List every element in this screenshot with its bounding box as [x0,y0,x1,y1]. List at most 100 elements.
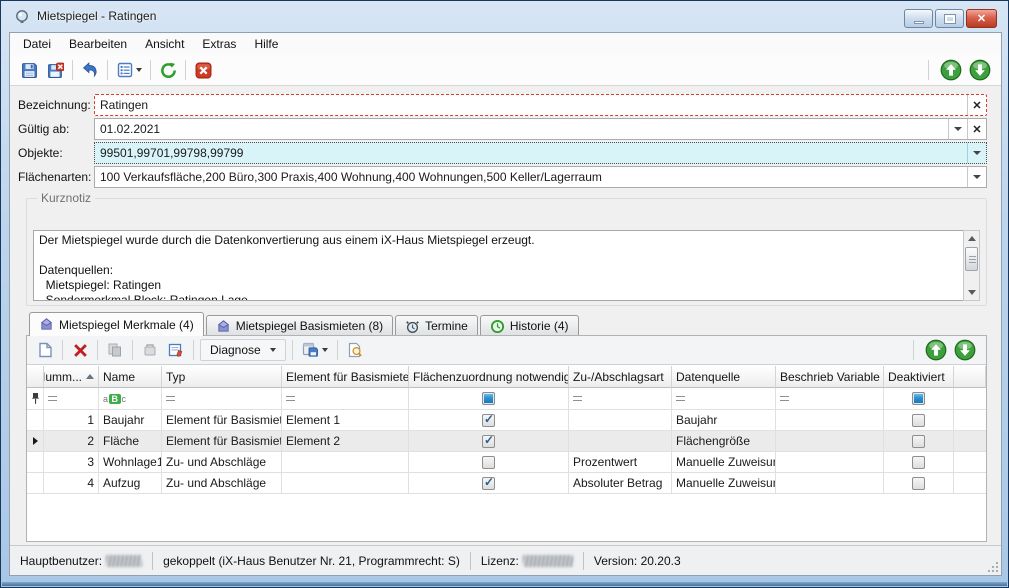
menu-datei[interactable]: Datei [14,34,60,54]
detach-button[interactable] [137,338,163,362]
tab-historie[interactable]: Historie (4) [480,315,579,336]
cancel-button[interactable] [190,58,216,82]
copy-button[interactable] [102,338,128,362]
cell-beschrieb[interactable] [776,410,884,431]
cell-zuabschlagsart[interactable] [569,431,672,452]
preview-button[interactable] [342,338,368,362]
col-header-nummer[interactable]: Numm... [44,366,99,388]
cell-datenquelle[interactable]: Baujahr [672,410,776,431]
cell-name[interactable]: Fläche [99,431,162,452]
cell-zuabschlagsart[interactable] [569,410,672,431]
tab-termine[interactable]: Termine [395,315,478,336]
maximize-button[interactable] [935,9,964,28]
col-header-flaechenzuordnung[interactable]: Flächenzuordnung notwendig [409,366,569,388]
cell-zuabschlagsart[interactable]: Prozentwert [569,452,672,473]
menu-ansicht[interactable]: Ansicht [136,34,193,54]
objekte-dropdown-button[interactable] [967,143,986,163]
cell-flaechenzuordnung[interactable] [409,410,569,431]
resize-grip[interactable] [986,560,998,572]
cell-element[interactable]: Element 1 [282,410,409,431]
scroll-down-button[interactable] [964,285,979,300]
col-header-zuabschlagsart[interactable]: Zu-/Abschlagsart [569,366,672,388]
scroll-up-button[interactable] [964,231,979,246]
col-header-datenquelle[interactable]: Datenquelle [672,366,776,388]
record-down-button[interactable] [969,59,991,81]
table-row[interactable]: 3 Wohnlage1 Zu- und Abschläge Prozentwer… [27,452,986,473]
filter-name[interactable]: aBc [99,388,162,410]
cell-deaktiviert[interactable] [884,431,954,452]
save-button[interactable] [16,58,42,82]
row-selector[interactable] [27,473,44,494]
cell-deaktiviert[interactable] [884,473,954,494]
date-dropdown-button[interactable] [948,119,967,139]
objekte-field[interactable]: 99501,99701,99798,99799 [94,142,987,164]
col-header-beschrieb[interactable]: Beschrieb Variable [776,366,884,388]
record-up-button[interactable] [940,59,962,81]
filter-beschrieb[interactable] [776,388,884,410]
filter-deaktiviert[interactable] [884,388,954,410]
cell-name[interactable]: Wohnlage1 [99,452,162,473]
cell-element[interactable] [282,473,409,494]
list-dropdown-button[interactable] [112,58,146,82]
new-row-button[interactable] [32,338,58,362]
filter-flaechenzuordnung[interactable] [409,388,569,410]
flaechenarten-value[interactable]: 100 Verkaufsfläche,200 Büro,300 Praxis,4… [95,170,967,184]
cell-datenquelle[interactable]: Manuelle Zuweisung [672,473,776,494]
cell-nummer[interactable]: 1 [44,410,99,431]
scrollbar-thumb[interactable] [965,247,978,271]
checkbox[interactable] [482,456,495,469]
row-selector[interactable] [27,410,44,431]
filter-element[interactable] [282,388,409,410]
checkbox[interactable] [482,477,495,490]
objekte-value[interactable]: 99501,99701,99798,99799 [95,146,967,160]
flaechenarten-field[interactable]: 100 Verkaufsfläche,200 Büro,300 Praxis,4… [94,166,987,188]
menu-extras[interactable]: Extras [193,34,245,54]
checkbox[interactable] [482,414,495,427]
title-bar[interactable]: Mietspiegel - Ratingen ✕ [1,1,1008,32]
cell-deaktiviert[interactable] [884,452,954,473]
cell-name[interactable]: Baujahr [99,410,162,431]
filter-datenquelle[interactable] [672,388,776,410]
cell-beschrieb[interactable] [776,452,884,473]
delete-row-button[interactable] [67,338,93,362]
table-row[interactable]: 4 Aufzug Zu- und Abschläge Absoluter Bet… [27,473,986,494]
cell-typ[interactable]: Element für Basismiete [162,410,282,431]
cell-typ[interactable]: Zu- und Abschläge [162,473,282,494]
tab-mietspiegel-merkmale[interactable]: Mietspiegel Merkmale (4) [29,312,204,336]
checkbox[interactable] [912,435,925,448]
export-dropdown-button[interactable] [297,338,333,362]
checkbox[interactable] [912,477,925,490]
menu-bearbeiten[interactable]: Bearbeiten [60,34,136,54]
cell-datenquelle[interactable]: Manuelle Zuweisung [672,452,776,473]
save-close-button[interactable] [42,58,68,82]
filter-zuabschlagsart[interactable] [569,388,672,410]
flaechenarten-dropdown-button[interactable] [967,167,986,187]
gueltig-ab-value[interactable]: 01.02.2021 [95,122,948,136]
col-header-element[interactable]: Element für Basismiete [282,366,409,388]
cell-name[interactable]: Aufzug [99,473,162,494]
kurznotiz-scrollbar[interactable] [963,230,980,301]
row-selector[interactable] [27,452,44,473]
kurznotiz-textarea[interactable]: Der Mietspiegel wurde durch die Datenkon… [33,230,966,301]
gueltig-ab-field[interactable]: 01.02.2021 ✕ [94,118,987,140]
clear-field-button[interactable]: ✕ [967,95,986,115]
cell-typ[interactable]: Element für Basismiete [162,431,282,452]
menu-hilfe[interactable]: Hilfe [245,34,287,54]
cell-element[interactable] [282,452,409,473]
col-header-typ[interactable]: Typ [162,366,282,388]
close-button[interactable]: ✕ [966,9,997,28]
edit-row-button[interactable] [163,338,189,362]
undo-button[interactable] [77,58,103,82]
table-row[interactable]: 2 Fläche Element für Basismiete Element … [27,431,986,452]
checkbox[interactable] [912,456,925,469]
record-down-button[interactable] [954,339,976,361]
filter-nummer[interactable] [44,388,99,410]
cell-flaechenzuordnung[interactable] [409,452,569,473]
checkbox[interactable] [482,435,495,448]
diagnose-dropdown-button[interactable]: Diagnose [200,339,286,361]
col-header-name[interactable]: Name [99,366,162,388]
cell-deaktiviert[interactable] [884,410,954,431]
clear-field-button[interactable]: ✕ [967,119,986,139]
cell-beschrieb[interactable] [776,473,884,494]
filter-typ[interactable] [162,388,282,410]
